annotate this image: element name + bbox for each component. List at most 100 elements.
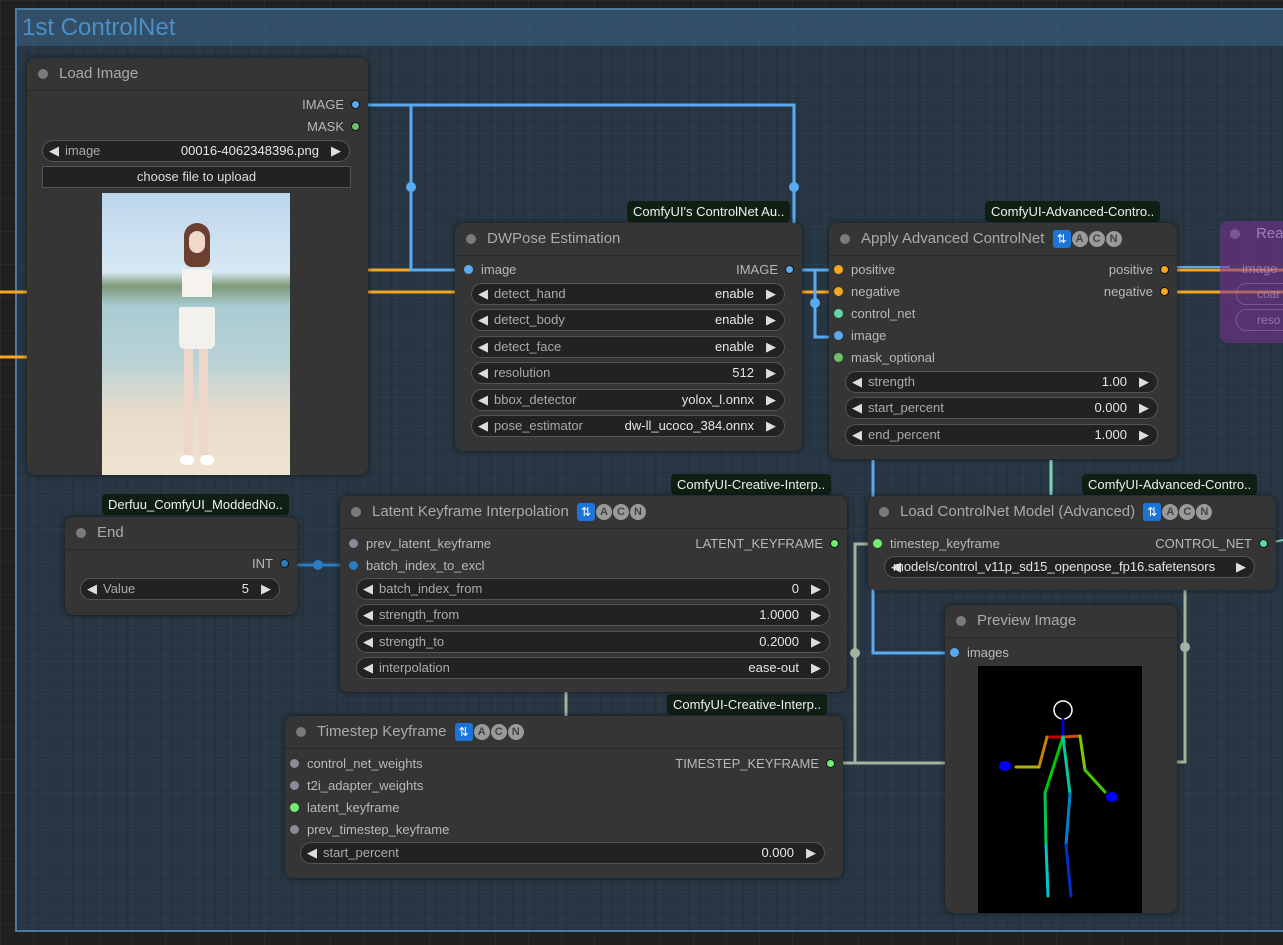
input-pin[interactable] bbox=[349, 539, 358, 548]
arrow-left-icon[interactable]: ◀ bbox=[852, 425, 862, 445]
widget-detect-body[interactable]: ◀ detect_body enable ▶ bbox=[471, 309, 785, 331]
widget-strength-from[interactable]: ◀ strength_from 1.0000 ▶ bbox=[356, 604, 830, 626]
arrow-right-icon[interactable]: ▶ bbox=[331, 141, 341, 161]
output-positive[interactable]: positive bbox=[1109, 260, 1177, 280]
widget-strength[interactable]: ◀ strength 1.00 ▶ bbox=[845, 371, 1158, 393]
output-pin-mask[interactable] bbox=[351, 122, 360, 131]
arrow-right-icon[interactable]: ▶ bbox=[766, 310, 776, 330]
widget-batch-index-from[interactable]: ◀ batch_index_from 0 ▶ bbox=[356, 578, 830, 600]
arrow-left-icon[interactable]: ◀ bbox=[363, 632, 373, 652]
input-pin[interactable] bbox=[873, 539, 882, 548]
node-preview-image[interactable]: Preview Image images bbox=[945, 605, 1177, 913]
widget-start-percent[interactable]: ◀ start_percent 0.000 ▶ bbox=[300, 842, 825, 864]
arrow-right-icon[interactable]: ▶ bbox=[766, 337, 776, 357]
node-header[interactable]: Apply Advanced ControlNet ⇅ A C N bbox=[829, 223, 1177, 256]
input-pin[interactable] bbox=[290, 803, 299, 812]
output-image[interactable]: IMAGE bbox=[736, 260, 802, 280]
input-control-net[interactable]: control_net bbox=[825, 304, 915, 324]
arrow-left-icon[interactable]: ◀ bbox=[478, 390, 488, 410]
widget-control-net-name[interactable]: ◀ models/control_v11p_sd15_openpose_fp16… bbox=[884, 556, 1255, 578]
input-timestep-keyframe[interactable]: timestep_keyframe bbox=[864, 534, 1000, 554]
arrow-right-icon[interactable]: ▶ bbox=[811, 632, 821, 652]
widget-value[interactable]: ◀ Value 5 ▶ bbox=[80, 578, 280, 600]
input-pin[interactable] bbox=[349, 561, 358, 570]
arrow-right-icon[interactable]: ▶ bbox=[1139, 398, 1149, 418]
output-pin[interactable] bbox=[830, 539, 839, 548]
arrow-right-icon[interactable]: ▶ bbox=[766, 390, 776, 410]
arrow-left-icon[interactable]: ◀ bbox=[307, 843, 317, 863]
arrow-left-icon[interactable]: ◀ bbox=[363, 605, 373, 625]
arrow-left-icon[interactable]: ◀ bbox=[478, 416, 488, 436]
widget-start-percent[interactable]: ◀ start_percent 0.000 ▶ bbox=[845, 397, 1158, 419]
arrow-right-icon[interactable]: ▶ bbox=[1139, 425, 1149, 445]
group-title[interactable]: 1st ControlNet bbox=[17, 10, 1283, 46]
input-pin[interactable] bbox=[290, 781, 299, 790]
arrow-left-icon[interactable]: ◀ bbox=[49, 141, 59, 161]
output-pin-positive[interactable] bbox=[1160, 265, 1169, 274]
output-pin[interactable] bbox=[1259, 539, 1268, 548]
ghost-widget[interactable]: coar bbox=[1236, 283, 1283, 305]
input-control-net-weights[interactable]: control_net_weights bbox=[281, 754, 423, 774]
arrow-left-icon[interactable]: ◀ bbox=[852, 398, 862, 418]
output-control-net[interactable]: CONTROL_NET bbox=[1155, 534, 1276, 554]
arrow-right-icon[interactable]: ▶ bbox=[806, 843, 816, 863]
arrow-left-icon[interactable]: ◀ bbox=[852, 372, 862, 392]
arrow-left-icon[interactable]: ◀ bbox=[478, 310, 488, 330]
arrow-right-icon[interactable]: ▶ bbox=[1139, 372, 1149, 392]
arrow-right-icon[interactable]: ▶ bbox=[261, 579, 271, 599]
input-pin-control-net[interactable] bbox=[834, 309, 843, 318]
input-t2i-adapter-weights[interactable]: t2i_adapter_weights bbox=[281, 776, 423, 796]
arrow-left-icon[interactable]: ◀ bbox=[363, 579, 373, 599]
output-int[interactable]: INT bbox=[252, 554, 297, 574]
node-header[interactable]: Timestep Keyframe ⇅ A C N bbox=[285, 716, 843, 749]
node-latent-keyframe-interpolation[interactable]: Latent Keyframe Interpolation ⇅ A C N pr… bbox=[340, 496, 847, 692]
output-latent-keyframe[interactable]: LATENT_KEYFRAME bbox=[695, 534, 847, 554]
node-header[interactable]: End bbox=[65, 517, 297, 550]
input-pin-image[interactable] bbox=[464, 265, 473, 274]
input-pin-image[interactable] bbox=[834, 331, 843, 340]
node-apply-advanced-controlnet[interactable]: Apply Advanced ControlNet ⇅ A C N positi… bbox=[829, 223, 1177, 459]
arrow-right-icon[interactable]: ▶ bbox=[766, 284, 776, 304]
ghost-widget[interactable]: reso bbox=[1236, 309, 1283, 331]
widget-detect-hand[interactable]: ◀ detect_hand enable ▶ bbox=[471, 283, 785, 305]
input-image[interactable]: image bbox=[825, 326, 886, 346]
node-timestep-keyframe[interactable]: Timestep Keyframe ⇅ A C N control_net_we… bbox=[285, 716, 843, 878]
node-header[interactable]: Load Image bbox=[27, 58, 368, 91]
input-pin[interactable] bbox=[290, 759, 299, 768]
arrow-right-icon[interactable]: ▶ bbox=[766, 416, 776, 436]
input-pin[interactable] bbox=[950, 648, 959, 657]
image-combo-widget[interactable]: ◀ image 00016-4062348396.png ▶ bbox=[42, 140, 350, 162]
node-header[interactable]: DWPose Estimation bbox=[455, 223, 802, 256]
arrow-right-icon[interactable]: ▶ bbox=[766, 363, 776, 383]
output-image[interactable]: IMAGE bbox=[302, 95, 368, 115]
widget-pose-estimator[interactable]: ◀ pose_estimator dw-ll_ucoco_384.onnx ▶ bbox=[471, 415, 785, 437]
output-pin[interactable] bbox=[826, 759, 835, 768]
input-positive[interactable]: positive bbox=[825, 260, 895, 280]
node-load-controlnet-model[interactable]: Load ControlNet Model (Advanced) ⇅ A C N… bbox=[868, 496, 1276, 590]
arrow-right-icon[interactable]: ▶ bbox=[811, 658, 821, 678]
output-timestep-keyframe[interactable]: TIMESTEP_KEYFRAME bbox=[675, 754, 843, 774]
node-dwpose-estimation[interactable]: DWPose Estimation image IMAGE ◀ detect_h… bbox=[455, 223, 802, 451]
input-mask-optional[interactable]: mask_optional bbox=[825, 348, 935, 368]
input-prev-latent-keyframe[interactable]: prev_latent_keyframe bbox=[340, 534, 491, 554]
node-header[interactable]: Preview Image bbox=[945, 605, 1177, 638]
input-latent-keyframe[interactable]: latent_keyframe bbox=[281, 798, 400, 818]
output-pin-int[interactable] bbox=[280, 559, 289, 568]
widget-end-percent[interactable]: ◀ end_percent 1.000 ▶ bbox=[845, 424, 1158, 446]
widget-detect-face[interactable]: ◀ detect_face enable ▶ bbox=[471, 336, 785, 358]
choose-file-button[interactable]: choose file to upload bbox=[42, 166, 351, 188]
output-pin-image[interactable] bbox=[351, 100, 360, 109]
node-header[interactable]: Latent Keyframe Interpolation ⇅ A C N bbox=[340, 496, 847, 529]
node-end[interactable]: End INT ◀ Value 5 ▶ bbox=[65, 517, 297, 615]
input-pin[interactable] bbox=[290, 825, 299, 834]
arrow-left-icon[interactable]: ◀ bbox=[478, 337, 488, 357]
input-image[interactable]: image bbox=[455, 260, 516, 280]
input-pin-negative[interactable] bbox=[834, 287, 843, 296]
input-prev-timestep-keyframe[interactable]: prev_timestep_keyframe bbox=[281, 820, 449, 840]
widget-interpolation[interactable]: ◀ interpolation ease-out ▶ bbox=[356, 657, 830, 679]
node-header[interactable]: Load ControlNet Model (Advanced) ⇅ A C N bbox=[868, 496, 1276, 529]
arrow-left-icon[interactable]: ◀ bbox=[478, 284, 488, 304]
input-pin-mask[interactable] bbox=[834, 353, 843, 362]
widget-resolution[interactable]: ◀ resolution 512 ▶ bbox=[471, 362, 785, 384]
output-pin-image[interactable] bbox=[785, 265, 794, 274]
